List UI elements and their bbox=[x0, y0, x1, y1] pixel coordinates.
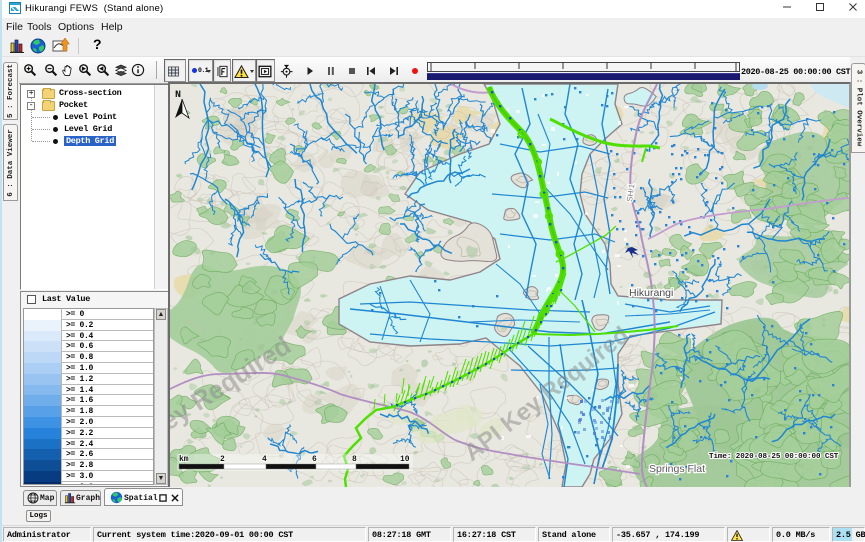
svg-text:Time: 2020-08-25 00:00:00 CST: Time: 2020-08-25 00:00:00 CST bbox=[709, 453, 839, 461]
svg-text:km: km bbox=[179, 455, 189, 464]
svg-text:N: N bbox=[175, 90, 181, 101]
svg-text:Hikurangi: Hikurangi bbox=[629, 287, 673, 299]
svg-text:10: 10 bbox=[400, 455, 410, 464]
svg-text:8: 8 bbox=[352, 455, 357, 464]
svg-text:6: 6 bbox=[312, 455, 317, 464]
svg-text:2: 2 bbox=[220, 455, 225, 464]
svg-text:4: 4 bbox=[262, 455, 267, 464]
svg-text:Springs Flat: Springs Flat bbox=[649, 463, 705, 475]
